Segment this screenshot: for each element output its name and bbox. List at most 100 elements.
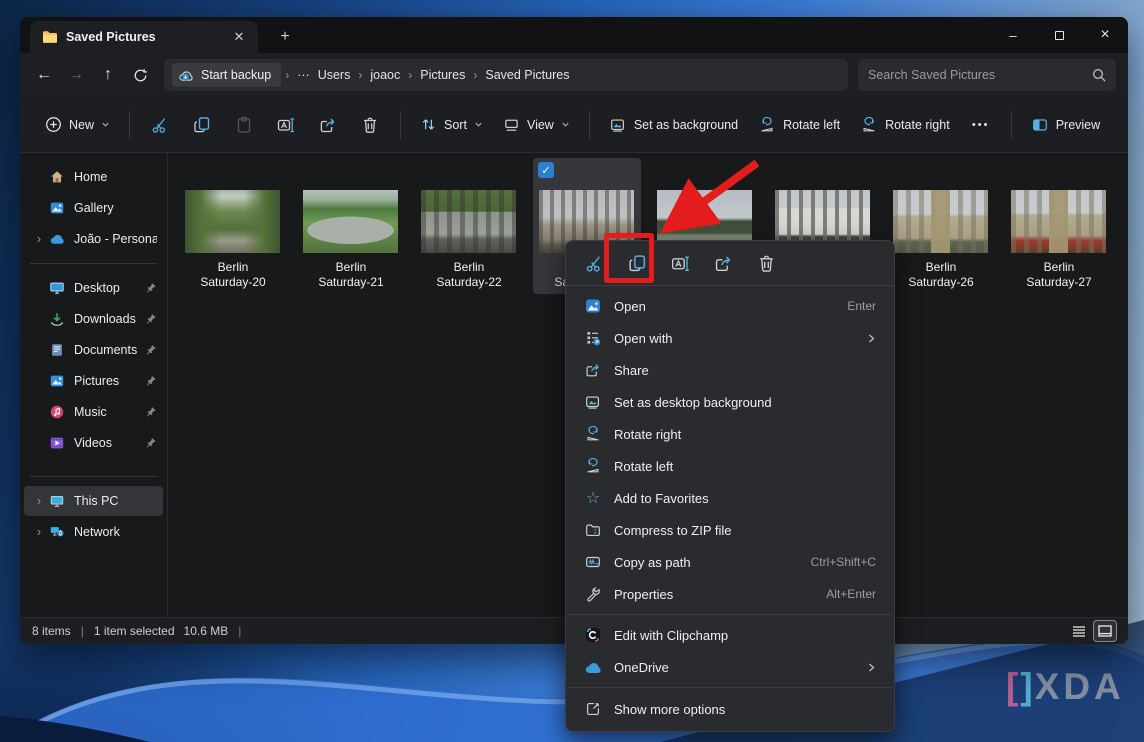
address-bar[interactable]: Start backup › ··· Users › joaoc › Pictu…: [164, 59, 848, 91]
file-name: BerlinSaturday-26: [887, 260, 995, 290]
breadcrumb-saved-pictures[interactable]: Saved Pictures: [481, 68, 573, 82]
sidebar-item-downloads[interactable]: Downloads: [24, 304, 163, 334]
menu-item-label: OneDrive: [614, 660, 867, 675]
file-tile-berlin-saturday-21[interactable]: BerlinSaturday-21: [297, 158, 405, 294]
cut-button[interactable]: [140, 107, 180, 143]
menu-item-label: Properties: [614, 587, 826, 602]
copy-button[interactable]: [182, 107, 222, 143]
menu-item-rotate-left[interactable]: Rotate left: [570, 450, 890, 482]
more-options-button[interactable]: •••: [961, 107, 1001, 143]
thumbnail-view-button[interactable]: [1094, 621, 1116, 641]
start-backup-button[interactable]: Start backup: [172, 63, 281, 87]
breadcrumb-users[interactable]: Users: [314, 68, 355, 82]
up-button[interactable]: ↑: [92, 59, 124, 91]
sidebar-item-label: Home: [74, 170, 157, 184]
delete-button[interactable]: [748, 246, 785, 280]
rotate-right-button[interactable]: Rotate right: [851, 107, 959, 143]
menu-item-compress-to-zip[interactable]: Compress to ZIP file: [570, 514, 890, 546]
view-button[interactable]: View: [494, 107, 579, 143]
breadcrumb-joaoc[interactable]: joaoc: [366, 68, 404, 82]
folder-icon: [42, 30, 58, 44]
sidebar-item-label: João - Personal: [74, 232, 157, 246]
sidebar-item-home[interactable]: Home: [24, 162, 163, 192]
share-button[interactable]: [308, 107, 348, 143]
delete-button[interactable]: [350, 107, 390, 143]
search-box[interactable]: [858, 59, 1116, 91]
tab-close-icon[interactable]: ✕: [228, 26, 250, 48]
sidebar-item-pictures[interactable]: Pictures: [24, 366, 163, 396]
rename-button[interactable]: [266, 107, 306, 143]
maximize-button[interactable]: [1036, 17, 1082, 53]
sidebar-item-gallery[interactable]: Gallery: [24, 193, 163, 223]
new-button[interactable]: New: [36, 107, 119, 143]
forward-button[interactable]: →: [60, 59, 92, 91]
sidebar-item-onedrive-personal[interactable]: › João - Personal: [24, 224, 163, 254]
file-thumbnail: [185, 190, 280, 253]
minimize-button[interactable]: –: [990, 17, 1036, 53]
sort-button[interactable]: Sort: [411, 107, 492, 143]
details-view-button[interactable]: [1068, 621, 1090, 641]
file-tile-berlin-saturday-26[interactable]: BerlinSaturday-26: [887, 158, 995, 294]
chevron-right-icon[interactable]: ›: [30, 232, 48, 246]
sidebar-item-videos[interactable]: Videos: [24, 428, 163, 458]
breadcrumb-chevron: ›: [469, 68, 481, 82]
pin-icon: [144, 406, 157, 419]
selection-checkbox[interactable]: ✓: [538, 162, 554, 178]
breadcrumb-chevron: ›: [404, 68, 416, 82]
menu-item-open-with[interactable]: Open with: [570, 322, 890, 354]
menu-item-copy-as-path[interactable]: Copy as path Ctrl+Shift+C: [570, 546, 890, 578]
show-more-options-icon: [583, 700, 603, 718]
breadcrumb-pictures[interactable]: Pictures: [416, 68, 469, 82]
check-icon: ✓: [541, 164, 550, 177]
chevron-down-icon: [474, 120, 483, 129]
sidebar-item-desktop[interactable]: Desktop: [24, 273, 163, 303]
refresh-button[interactable]: [124, 59, 156, 91]
sidebar-item-music[interactable]: Music: [24, 397, 163, 427]
menu-item-show-more-options[interactable]: Show more options: [570, 692, 890, 726]
menu-item-open[interactable]: Open Enter: [570, 290, 890, 322]
breadcrumb-overflow[interactable]: ···: [293, 68, 314, 82]
file-tile-berlin-saturday-27[interactable]: BerlinSaturday-27: [1005, 158, 1113, 294]
close-button[interactable]: ×: [1082, 17, 1128, 53]
set-as-background-button[interactable]: Set as background: [600, 107, 747, 143]
sidebar-item-label: This PC: [74, 494, 157, 508]
menu-item-set-as-desktop-background[interactable]: Set as desktop background: [570, 386, 890, 418]
file-thumbnail: [1011, 190, 1106, 253]
documents-icon: [48, 342, 66, 358]
menu-item-accel: Ctrl+Shift+C: [811, 555, 876, 569]
menu-item-label: Show more options: [614, 702, 876, 717]
file-tile-berlin-saturday-22[interactable]: BerlinSaturday-22: [415, 158, 523, 294]
file-tile-berlin-saturday-20[interactable]: BerlinSaturday-20: [179, 158, 287, 294]
share-button[interactable]: [705, 246, 742, 280]
chevron-down-icon: [561, 120, 570, 129]
rotate-left-button[interactable]: Rotate left: [749, 107, 849, 143]
menu-item-add-to-favorites[interactable]: ☆ Add to Favorites: [570, 482, 890, 514]
chevron-right-icon[interactable]: ›: [30, 525, 48, 539]
new-tab-button[interactable]: +: [270, 23, 300, 51]
menu-item-onedrive[interactable]: OneDrive: [570, 651, 890, 683]
back-button[interactable]: ←: [28, 59, 60, 91]
rename-button[interactable]: [662, 246, 699, 280]
menu-item-properties[interactable]: Properties Alt+Enter: [570, 578, 890, 610]
menu-item-edit-with-clipchamp[interactable]: Edit with Clipchamp: [570, 619, 890, 651]
star-icon: ☆: [583, 488, 603, 508]
tab-saved-pictures[interactable]: Saved Pictures ✕: [30, 21, 258, 53]
sidebar-item-network[interactable]: › Network: [24, 517, 163, 547]
pin-icon: [144, 344, 157, 357]
command-toolbar: New: [20, 97, 1128, 153]
image-icon: [583, 393, 603, 411]
tab-bar: Saved Pictures ✕ + – ×: [20, 17, 1128, 53]
rotate-right-label: Rotate right: [885, 118, 950, 132]
preview-button[interactable]: Preview: [1022, 107, 1109, 143]
search-input[interactable]: [868, 68, 1092, 82]
sidebar-item-documents[interactable]: Documents: [24, 335, 163, 365]
sidebar-item-this-pc[interactable]: › This PC: [24, 486, 163, 516]
view-icon: [503, 116, 520, 133]
file-name: BerlinSaturday-22: [415, 260, 523, 290]
paste-button[interactable]: [224, 107, 264, 143]
zip-folder-icon: [583, 521, 603, 539]
rotate-right-icon: [860, 116, 878, 134]
chevron-right-icon[interactable]: ›: [30, 494, 48, 508]
menu-item-rotate-right[interactable]: Rotate right: [570, 418, 890, 450]
menu-item-share[interactable]: Share: [570, 354, 890, 386]
